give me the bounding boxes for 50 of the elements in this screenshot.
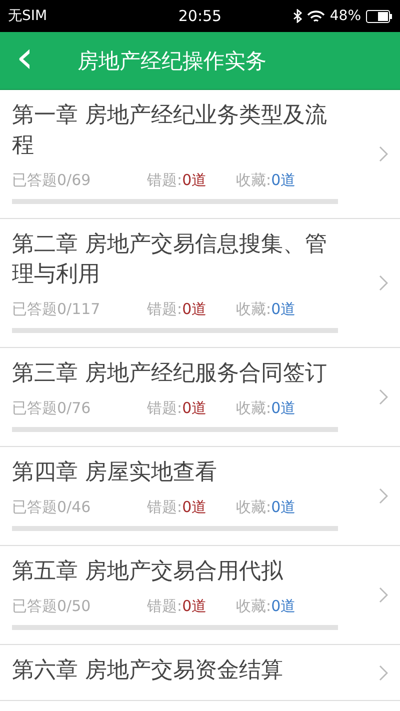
chapter-row[interactable]: 第六章 房地产交易资金结算 bbox=[0, 645, 400, 701]
favorite-label: 收藏: bbox=[236, 170, 272, 188]
wrong-label: 错题: bbox=[147, 398, 182, 416]
answered-count: 已答题0/50 bbox=[12, 596, 92, 616]
chapter-row[interactable]: 第二章 房地产交易信息搜集、管理与利用 已答题0/117 错题:0道 收藏:0道 bbox=[0, 219, 400, 348]
answered-count: 已答题0/117 bbox=[12, 300, 102, 318]
favorite-count: 0道 bbox=[271, 300, 296, 318]
favorite-count: 0道 bbox=[271, 596, 296, 614]
answered-count: 已答题0/76 bbox=[12, 398, 92, 418]
favorite-label: 收藏: bbox=[236, 498, 272, 516]
wrong-count: 0道 bbox=[182, 398, 207, 416]
page-title: 房地产经纪操作实务 bbox=[78, 48, 267, 74]
chapter-row[interactable]: 第一章 房地产经纪业务类型及流程 已答题0/69 错题:0道 收藏:0道 bbox=[0, 90, 400, 219]
bluetooth-icon bbox=[292, 9, 302, 23]
wrong-label: 错题: bbox=[147, 596, 182, 614]
chevron-icon bbox=[379, 275, 388, 291]
favorite-count: 0道 bbox=[271, 398, 296, 416]
chevron-icon bbox=[379, 389, 388, 405]
wrong-count: 0道 bbox=[182, 300, 207, 318]
favorite-label: 收藏: bbox=[236, 596, 272, 614]
favorite-label: 收藏: bbox=[236, 398, 272, 416]
battery-icon bbox=[366, 10, 392, 22]
chapter-row[interactable]: 第三章 房地产经纪服务合同签订 已答题0/76 错题:0道 收藏:0道 bbox=[0, 348, 400, 447]
chapter-title: 第六章 房地产交易资金结算 bbox=[12, 657, 284, 685]
chevron-icon bbox=[379, 587, 388, 603]
answered-count: 已答题0/46 bbox=[12, 498, 92, 516]
wrong-label: 错题: bbox=[147, 300, 182, 318]
chapter-title: 第一章 房地产经纪业务类型及流程 bbox=[12, 102, 328, 160]
chapter-row[interactable]: 第五章 房地产交易合用代拟 已答题0/50 错题:0道 收藏:0道 bbox=[0, 546, 400, 645]
chevron-icon bbox=[379, 488, 388, 504]
wifi-icon bbox=[306, 10, 325, 22]
answered-count: 已答题0/69 bbox=[12, 170, 92, 190]
wrong-count: 0道 bbox=[182, 170, 207, 188]
favorite-count: 0道 bbox=[271, 498, 296, 516]
wrong-label: 错题: bbox=[147, 170, 182, 188]
wrong-count: 0道 bbox=[182, 596, 207, 614]
chevron-icon bbox=[379, 146, 388, 162]
battery-percent: 48% bbox=[330, 8, 361, 24]
clock-time: 20:55 bbox=[178, 7, 222, 25]
carrier-label: 无SIM bbox=[8, 7, 48, 25]
wrong-count: 0道 bbox=[182, 498, 207, 516]
chapter-title: 第四章 房屋实地查看 bbox=[12, 459, 218, 487]
chevron-icon bbox=[379, 664, 388, 680]
favorite-label: 收藏: bbox=[236, 300, 272, 318]
chapter-title: 第五章 房地产交易合用代拟 bbox=[12, 558, 284, 586]
favorite-count: 0道 bbox=[271, 170, 296, 188]
wrong-label: 错题: bbox=[147, 498, 182, 516]
chapter-row[interactable]: 第四章 房屋实地查看 已答题0/46 错题:0道 收藏:0道 bbox=[0, 447, 400, 546]
chapter-title: 第三章 房地产经纪服务合同签订 bbox=[12, 360, 328, 388]
chapter-title: 第二章 房地产交易信息搜集、管理与利用 bbox=[12, 231, 328, 289]
